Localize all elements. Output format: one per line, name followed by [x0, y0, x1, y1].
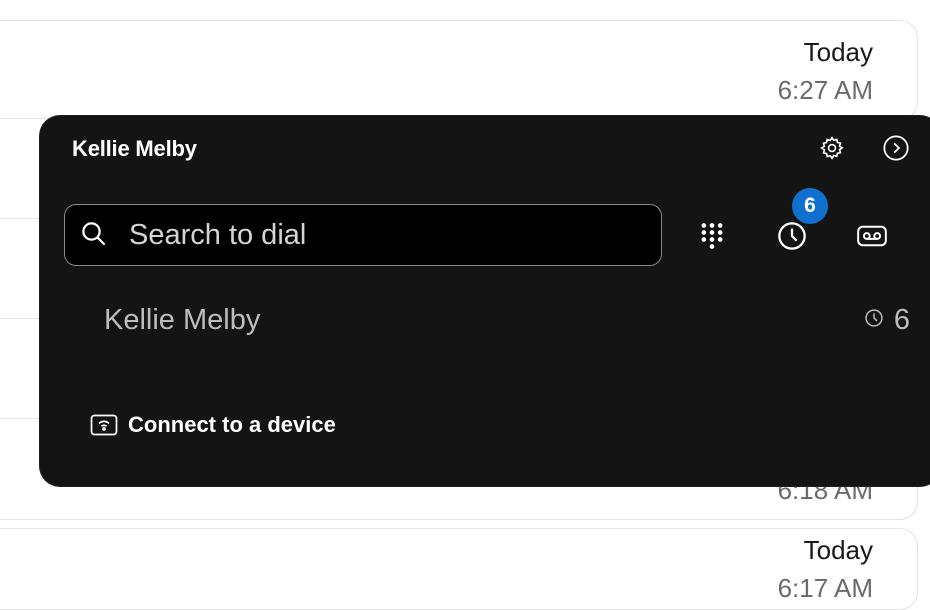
clock-icon — [778, 222, 806, 250]
dialpad-button[interactable] — [694, 218, 730, 254]
call-time: 6:27 AM — [777, 75, 873, 105]
call-time: 6:17 AM — [777, 573, 873, 603]
history-count-badge: 6 — [792, 188, 828, 224]
settings-button[interactable] — [816, 132, 848, 164]
expand-button[interactable] — [880, 132, 912, 164]
connect-device-label: Connect to a device — [128, 412, 336, 437]
contact-result-row[interactable]: Kellie Melby 6 — [64, 292, 914, 350]
gear-icon — [820, 136, 844, 160]
search-icon — [82, 222, 106, 246]
call-date: Today — [803, 37, 873, 67]
panel-title: Kellie Melby — [72, 136, 197, 161]
call-date: Today — [803, 535, 873, 565]
dialpad-icon — [701, 223, 723, 249]
search-input[interactable] — [127, 205, 651, 266]
voicemail-button[interactable] — [854, 218, 890, 254]
voicemail-icon — [857, 225, 887, 247]
call-count: 6 — [893, 304, 910, 336]
chevron-right-icon — [883, 135, 909, 161]
search-field[interactable] — [64, 204, 662, 266]
call-history-item[interactable]: Today 6:17 AM — [0, 528, 918, 610]
device-icon — [90, 414, 118, 436]
contact-name: Kellie Melby — [104, 304, 261, 336]
missed-call-clock-icon — [865, 309, 883, 327]
calling-panel: Kellie Melby 6 — [40, 116, 930, 486]
call-history-item[interactable]: Today 6:27 AM — [0, 20, 918, 120]
connect-device-button[interactable]: Connect to a device — [90, 412, 336, 438]
